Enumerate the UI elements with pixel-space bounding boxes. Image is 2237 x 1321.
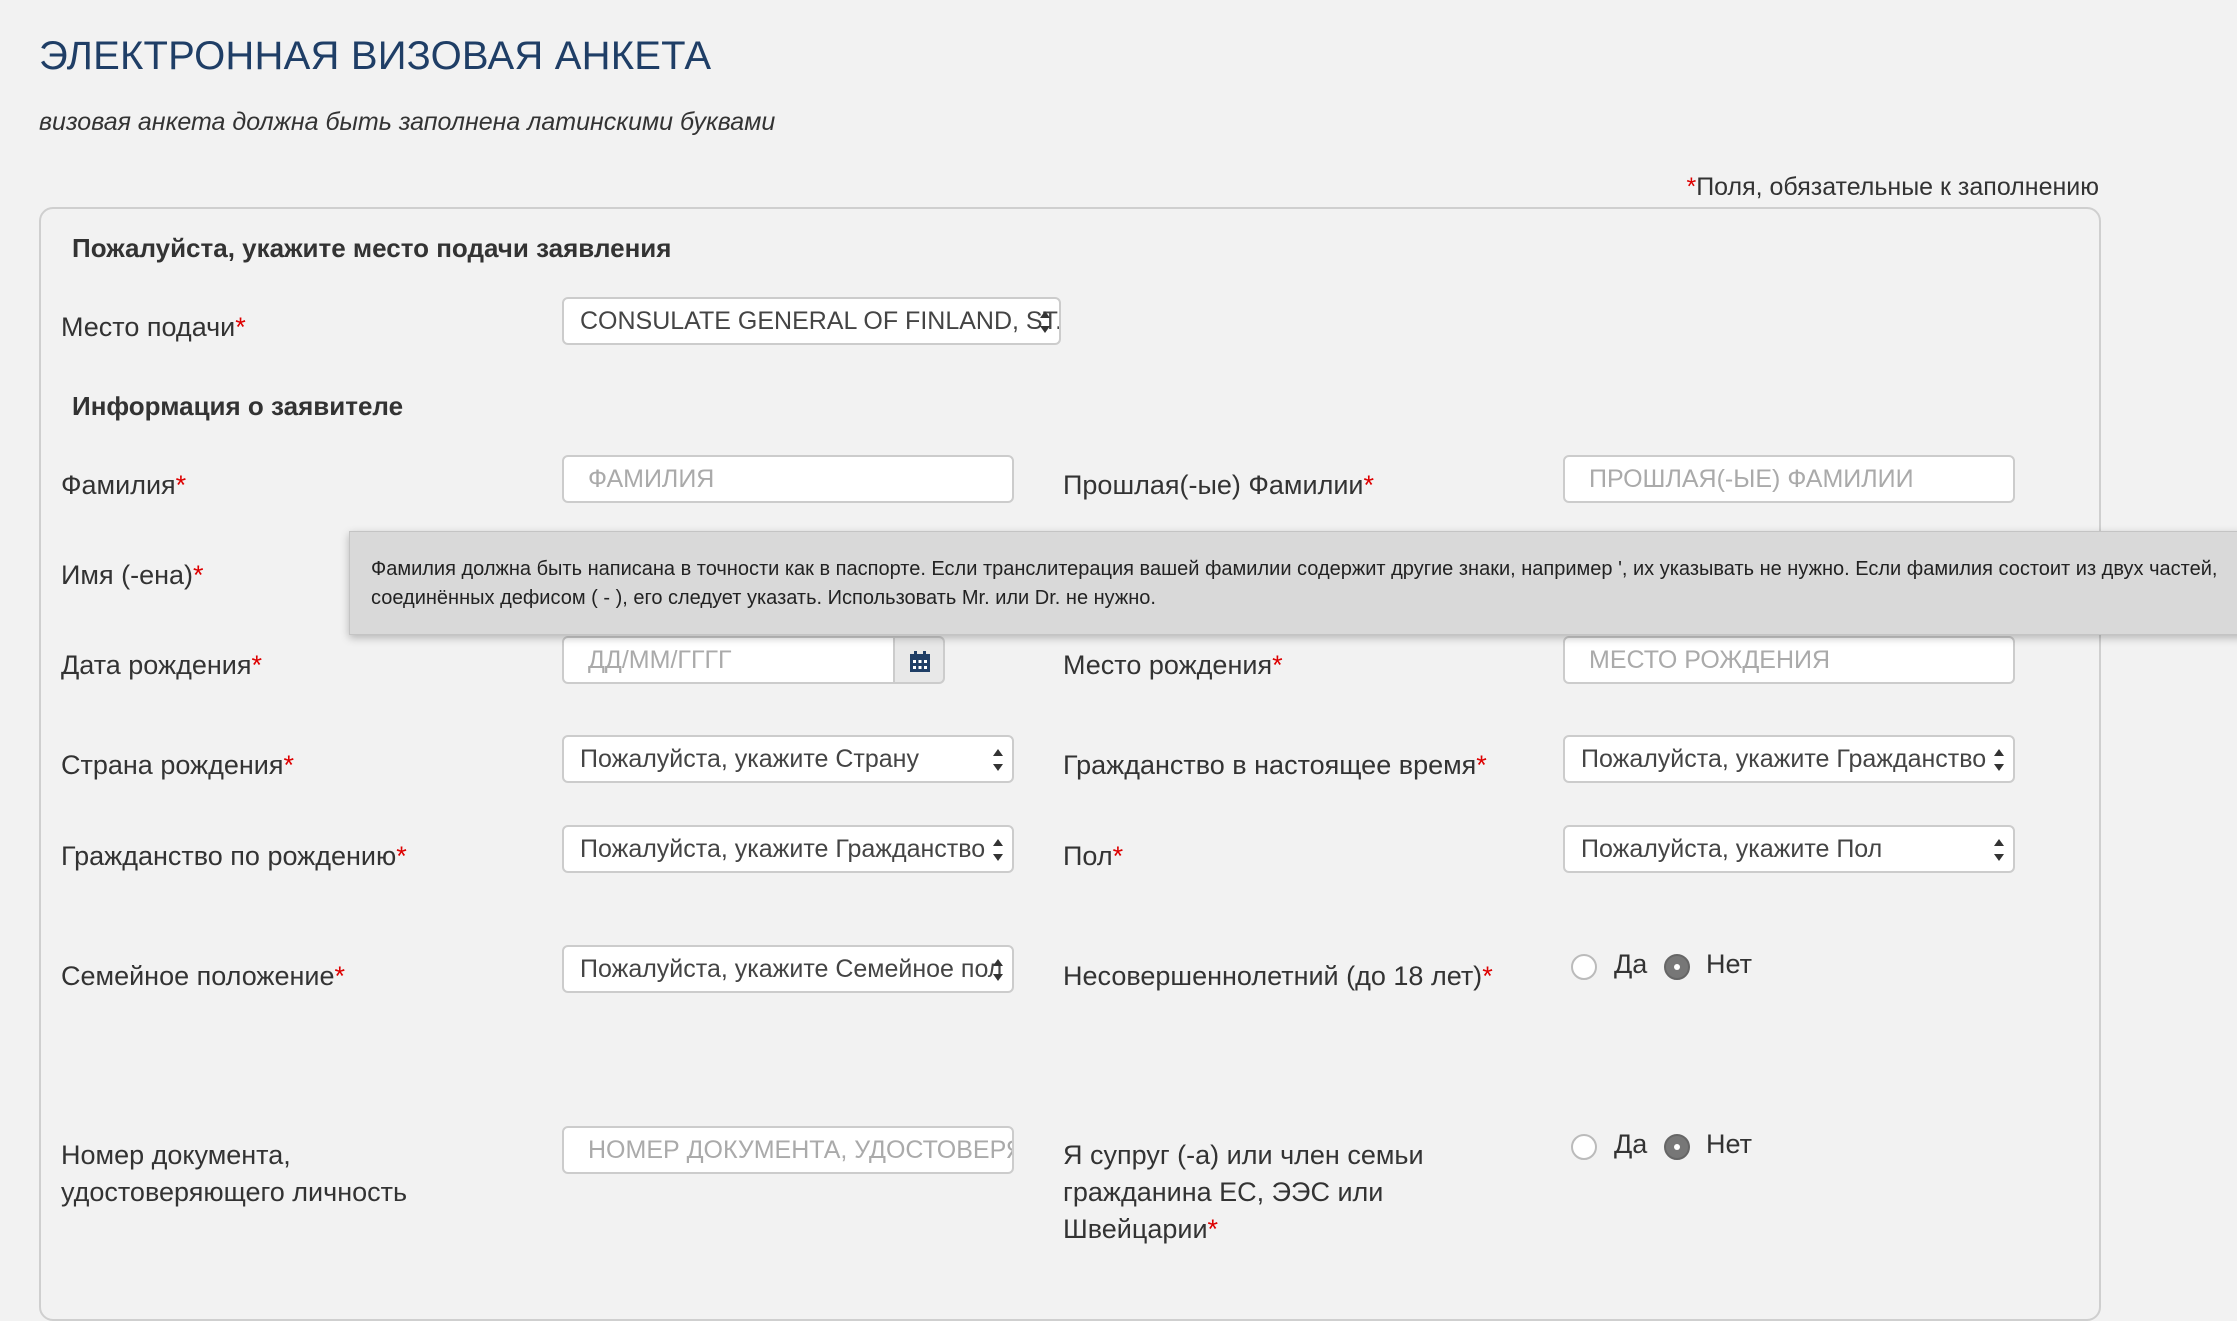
- first-name-label: Имя (-ена)*: [61, 560, 204, 590]
- sex-label: Пол*: [1063, 841, 1124, 871]
- page-subtitle: визовая анкета должна быть заполнена лат…: [39, 108, 776, 136]
- required-fields-note: *Поля, обязательные к заполнению: [1686, 173, 2099, 202]
- select-arrows-icon: [1993, 837, 2005, 863]
- submission-place-label: Место подачи*: [61, 312, 246, 342]
- birth-country-label: Страна рождения*: [61, 750, 295, 780]
- tooltip-line-2: соединённых дефисом ( - ), его следует у…: [371, 587, 1156, 609]
- select-arrows-icon: [992, 957, 1004, 983]
- minor-no-radio[interactable]: [1664, 954, 1690, 980]
- submission-place-value: CONSULATE GENERAL OF FINLAND, ST.: [580, 307, 1061, 335]
- marital-status-label: Семейное положение*: [61, 961, 346, 991]
- select-arrows-icon: [1039, 309, 1051, 335]
- surname-label: Фамилия*: [61, 470, 187, 500]
- minor-label: Несовершеннолетний (до 18 лет)*: [1063, 961, 1493, 991]
- current-citizenship-label: Гражданство в настоящее время*: [1063, 750, 1487, 780]
- calendar-button[interactable]: [895, 636, 945, 684]
- select-arrows-icon: [1993, 747, 2005, 773]
- id-number-label: Номер документа, удостоверяющего личност…: [61, 1140, 408, 1207]
- birth-place-label: Место рождения*: [1063, 650, 1283, 680]
- marital-status-select[interactable]: Пожалуйста, укажите Семейное пол: [562, 945, 1014, 993]
- previous-surnames-input[interactable]: ПРОШЛАЯ(-ЫЕ) ФАМИЛИИ: [1563, 455, 2015, 503]
- sex-select[interactable]: Пожалуйста, укажите Пол: [1563, 825, 2015, 873]
- section-title-location: Пожалуйста, укажите место подачи заявлен…: [72, 233, 672, 263]
- id-number-input[interactable]: НОМЕР ДОКУМЕНТА, УДОСТОВЕРЯЮ: [562, 1126, 1014, 1174]
- submission-place-select[interactable]: CONSULATE GENERAL OF FINLAND, ST.: [562, 297, 1061, 345]
- surname-tooltip: Фамилия должна быть написана в точности …: [349, 531, 2237, 635]
- minor-yes-label: Да: [1614, 949, 1648, 979]
- previous-surnames-label: Прошлая(-ые) Фамилии*: [1063, 470, 1375, 500]
- birth-date-input[interactable]: ДД/ММ/ГГГГ: [562, 636, 895, 684]
- birth-date-label: Дата рождения*: [61, 650, 262, 680]
- required-mark: *: [1686, 173, 1697, 201]
- surname-input[interactable]: ФАМИЛИЯ: [562, 455, 1014, 503]
- select-arrows-icon: [992, 747, 1004, 773]
- eu-family-yes-radio[interactable]: [1571, 1134, 1597, 1160]
- eu-family-yes-label: Да: [1614, 1129, 1648, 1159]
- birth-country-select[interactable]: Пожалуйста, укажите Страну: [562, 735, 1014, 783]
- eu-family-no-radio[interactable]: [1664, 1134, 1690, 1160]
- current-citizenship-value: Пожалуйста, укажите Гражданство: [1581, 745, 1987, 773]
- section-title-applicant: Информация о заявителе: [72, 391, 404, 421]
- minor-no-label: Нет: [1706, 949, 1752, 979]
- tooltip-line-1: Фамилия должна быть написана в точности …: [371, 558, 2218, 580]
- birth-place-input[interactable]: МЕСТО РОЖДЕНИЯ: [1563, 636, 2015, 684]
- required-note-text: Поля, обязательные к заполнению: [1696, 173, 2099, 201]
- birth-citizenship-label: Гражданство по рождению*: [61, 841, 407, 871]
- birth-citizenship-select[interactable]: Пожалуйста, укажите Гражданство: [562, 825, 1014, 873]
- sex-value: Пожалуйста, укажите Пол: [1581, 835, 1883, 863]
- current-citizenship-select[interactable]: Пожалуйста, укажите Гражданство: [1563, 735, 2015, 783]
- select-arrows-icon: [992, 837, 1004, 863]
- birth-country-value: Пожалуйста, укажите Страну: [580, 745, 919, 773]
- minor-yes-radio[interactable]: [1571, 954, 1597, 980]
- calendar-icon: [910, 651, 930, 672]
- page-title: ЭЛЕКТРОННАЯ ВИЗОВАЯ АНКЕТА: [39, 34, 712, 78]
- eu-family-label: Я супруг (-а) или член семьи гражданина …: [1063, 1140, 1424, 1244]
- eu-family-no-label: Нет: [1706, 1129, 1752, 1159]
- birth-citizenship-value: Пожалуйста, укажите Гражданство: [580, 835, 986, 863]
- marital-status-value: Пожалуйста, укажите Семейное пол: [580, 955, 1003, 983]
